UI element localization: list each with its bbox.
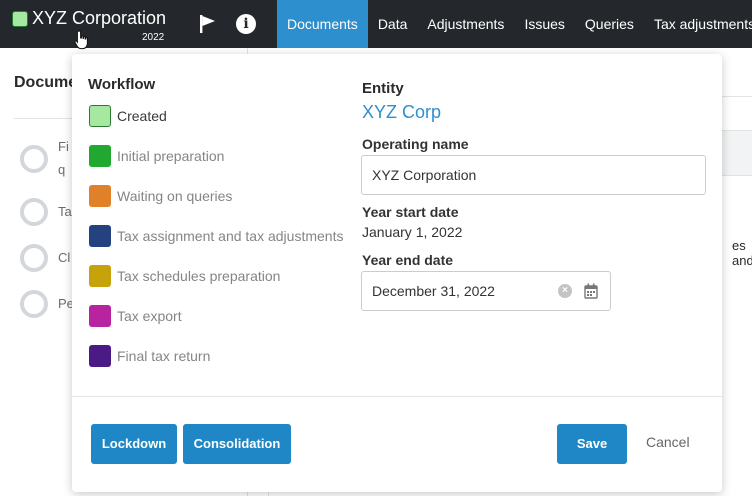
- stage-label: Created: [117, 108, 167, 124]
- cancel-button[interactable]: Cancel: [646, 434, 690, 450]
- flag-icon[interactable]: [198, 14, 218, 34]
- workflow-stage-waiting-on-queries[interactable]: Waiting on queries: [89, 185, 232, 207]
- workflow-stage-final-tax-return[interactable]: Final tax return: [89, 345, 210, 367]
- footer-divider: [72, 396, 722, 397]
- stage-swatch: [89, 145, 111, 167]
- year-end-label: Year end date: [362, 252, 454, 268]
- entity-label: Entity: [362, 80, 404, 97]
- step-label: Fi: [58, 139, 69, 154]
- workflow-stage-created[interactable]: Created: [89, 105, 167, 127]
- step-circle-icon[interactable]: [20, 244, 48, 272]
- stage-swatch: [89, 345, 111, 367]
- stage-label: Tax assignment and tax adjustments: [117, 228, 344, 244]
- sidebar-title: Docume: [14, 74, 78, 91]
- stage-swatch: [89, 265, 111, 287]
- tab-data[interactable]: Data: [368, 0, 418, 48]
- lockdown-button[interactable]: Lockdown: [91, 424, 177, 464]
- entity-name: XYZ Corp: [362, 102, 442, 122]
- step-label: Ta: [58, 204, 72, 219]
- step-circle-icon[interactable]: [20, 290, 48, 318]
- stage-swatch: [89, 305, 111, 327]
- operating-name-field[interactable]: XYZ Corporation: [361, 155, 706, 195]
- year-start-label: Year start date: [362, 204, 459, 220]
- entity-popover: Workflow Created Initial preparation Wai…: [72, 54, 722, 492]
- background-text: es and: [732, 238, 752, 268]
- tab-queries[interactable]: Queries: [575, 0, 644, 48]
- stage-label: Tax schedules preparation: [117, 268, 281, 284]
- entity-switcher[interactable]: XYZ Corporation 2022: [12, 8, 172, 44]
- tab-tax-adjustments[interactable]: Tax adjustments: [644, 0, 752, 48]
- stage-swatch: [89, 185, 111, 207]
- tab-adjustments[interactable]: Adjustments: [417, 0, 514, 48]
- clear-icon[interactable]: ×: [558, 284, 572, 298]
- workflow-stage-initial-preparation[interactable]: Initial preparation: [89, 145, 224, 167]
- top-navigation-bar: XYZ Corporation 2022 i Documents Data Ad…: [0, 0, 752, 48]
- tab-issues[interactable]: Issues: [514, 0, 574, 48]
- tab-documents[interactable]: Documents: [277, 0, 368, 48]
- hand-pointer-icon: [74, 30, 88, 50]
- main-tabs: Documents Data Adjustments Issues Querie…: [277, 0, 752, 48]
- stage-swatch: [89, 105, 111, 127]
- workflow-stage-tax-schedules[interactable]: Tax schedules preparation: [89, 265, 280, 287]
- step-label: q: [58, 162, 66, 177]
- consolidation-button[interactable]: Consolidation: [183, 424, 291, 464]
- calendar-icon[interactable]: [584, 283, 598, 299]
- stage-swatch: [89, 225, 111, 247]
- workflow-stage-tax-assignment[interactable]: Tax assignment and tax adjustments: [89, 225, 343, 247]
- info-icon[interactable]: i: [236, 14, 256, 34]
- company-name[interactable]: XYZ Corporation: [32, 8, 166, 29]
- stage-label: Tax export: [117, 308, 182, 324]
- workflow-title: Workflow: [88, 76, 156, 93]
- status-swatch: [12, 11, 28, 27]
- step-circle-icon[interactable]: [20, 198, 48, 226]
- stage-label: Final tax return: [117, 348, 211, 364]
- year-end-date-field[interactable]: December 31, 2022: [361, 271, 611, 311]
- table-header-row: [722, 130, 752, 176]
- step-label: Cl: [58, 250, 71, 265]
- save-button[interactable]: Save: [557, 424, 627, 464]
- year-start-value: January 1, 2022: [362, 224, 463, 240]
- stage-label: Initial preparation: [117, 148, 225, 164]
- workflow-stage-tax-export[interactable]: Tax export: [89, 305, 182, 327]
- stage-label: Waiting on queries: [117, 188, 233, 204]
- fiscal-year: 2022: [142, 32, 165, 43]
- operating-name-label: Operating name: [362, 136, 469, 152]
- step-circle-icon[interactable]: [20, 145, 48, 173]
